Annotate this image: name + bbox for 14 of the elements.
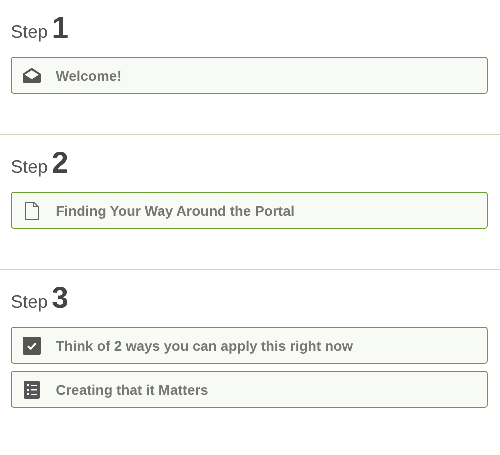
step-label: Step xyxy=(11,22,48,43)
step-label: Step xyxy=(11,157,48,178)
lesson-item[interactable]: Finding Your Way Around the Portal xyxy=(11,192,488,229)
step-number: 2 xyxy=(52,147,69,181)
document-icon xyxy=(25,202,39,220)
list-icon xyxy=(24,380,40,398)
envelope-icon xyxy=(23,68,41,83)
lesson-item[interactable]: Welcome! xyxy=(11,57,488,94)
step-number: 1 xyxy=(52,12,69,46)
lesson-item[interactable]: Creating that it Matters xyxy=(11,371,488,408)
step-number: 3 xyxy=(52,282,69,316)
checkbox-icon xyxy=(23,336,41,354)
step-label: Step xyxy=(11,292,48,313)
lesson-item[interactable]: Think of 2 ways you can apply this right now xyxy=(11,327,488,364)
